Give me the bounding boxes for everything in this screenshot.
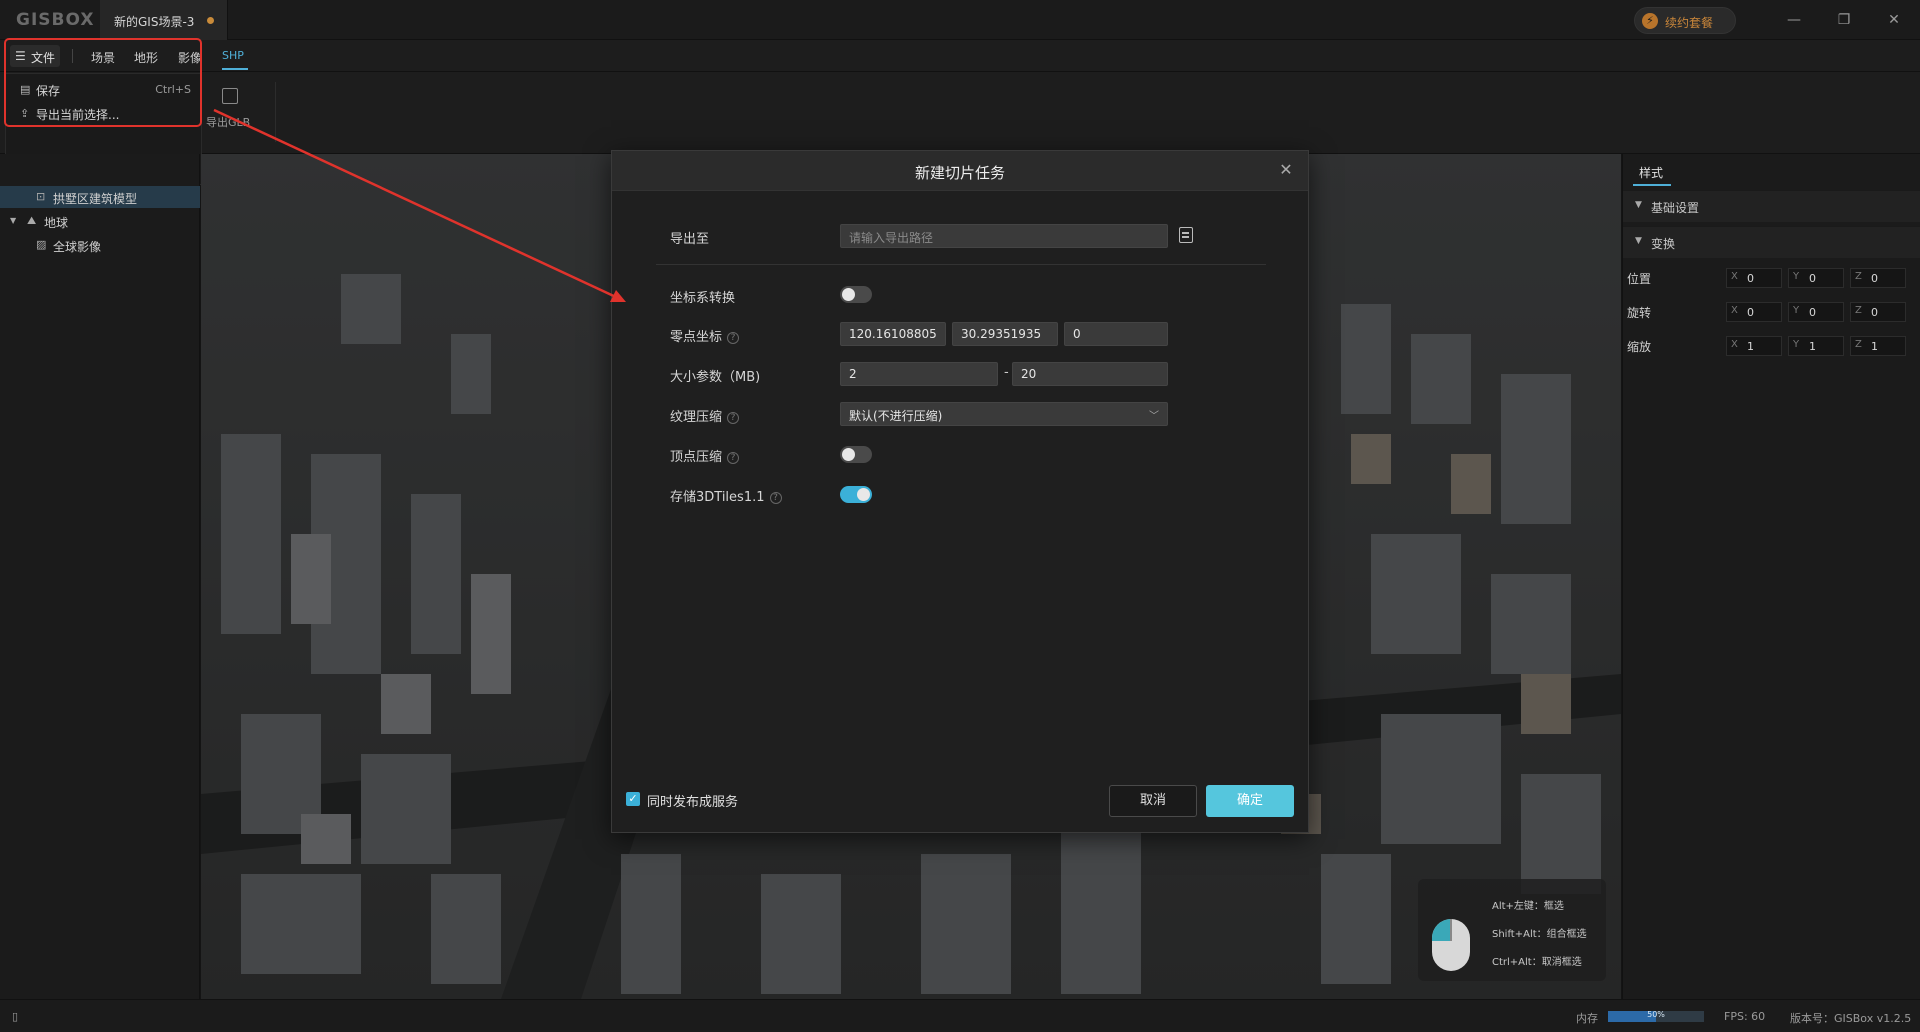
- publish-service-label[interactable]: 同时发布成服务: [647, 791, 738, 810]
- confirm-button[interactable]: 确定: [1206, 785, 1294, 817]
- hint-row: Ctrl+Alt：取消框选: [1492, 957, 1582, 968]
- section-label: 变换: [1651, 237, 1676, 251]
- texture-compress-select[interactable]: 默认(不进行压缩) ﹀: [840, 402, 1168, 426]
- size-min-input[interactable]: 2: [840, 362, 998, 386]
- rotation-z-input[interactable]: Z0: [1850, 302, 1906, 322]
- tab-style-underline: [1633, 184, 1671, 186]
- export-to-label: 导出至: [670, 232, 710, 247]
- caret-down-icon: ▼: [1635, 236, 1642, 246]
- origin-z-input[interactable]: 0: [1064, 322, 1168, 346]
- ribbon-toolbar: 导出GLB: [0, 72, 1920, 154]
- renew-plan-button[interactable]: ⚡ 续约套餐: [1634, 7, 1736, 34]
- texture-compress-label: 纹理压缩?: [670, 406, 740, 425]
- rotation-x-input[interactable]: X0: [1726, 302, 1782, 322]
- position-x-input[interactable]: X0: [1726, 268, 1782, 288]
- close-icon[interactable]: ✕: [1276, 160, 1296, 180]
- dialog-divider: [656, 264, 1266, 265]
- model-icon: ⊡: [36, 190, 46, 203]
- lightning-icon: ⚡: [1642, 13, 1658, 29]
- scale-y-input[interactable]: Y1: [1788, 336, 1844, 356]
- size-range-dash: -: [1004, 365, 1009, 380]
- imagery-icon: ▨: [36, 238, 47, 251]
- export-path-placeholder: 请输入导出路径: [849, 231, 934, 245]
- tree-item-building-model[interactable]: ⊡ 拱墅区建筑模型: [0, 186, 200, 208]
- store-3dtiles-toggle[interactable]: [840, 486, 872, 503]
- tree-item-label: 拱墅区建筑模型: [53, 192, 138, 206]
- cancel-button[interactable]: 取消: [1109, 785, 1197, 817]
- restore-icon[interactable]: ❐: [1832, 8, 1856, 32]
- help-icon[interactable]: ?: [769, 491, 782, 504]
- tree-item-global-imagery[interactable]: ▨ 全球影像: [0, 234, 200, 256]
- tree-item-label: 全球影像: [53, 240, 102, 254]
- app-logo: GISBOX: [16, 10, 95, 30]
- memory-progress-bar: 50%: [1608, 1010, 1704, 1022]
- prop-scale-label: 缩放: [1627, 340, 1652, 354]
- title-bar: GISBOX 新的GIS场景-3 ⚡ 续约套餐 — ❐ ✕: [0, 0, 1920, 40]
- tree-item-earth[interactable]: ▼ ⛰ 地球: [0, 210, 200, 232]
- toolbar-separator: [275, 82, 276, 142]
- export-glb-icon[interactable]: [222, 88, 238, 104]
- status-doc-icon[interactable]: ▯: [12, 1010, 18, 1023]
- section-basic-settings[interactable]: ▼ 基础设置: [1623, 190, 1920, 222]
- properties-panel: 样式 ▼ 基础设置 ▼ 变换 位置 X0 Y0 Z0 旋转 X0 Y0 Z0 缩…: [1622, 154, 1920, 999]
- caret-down-icon[interactable]: ▼: [10, 216, 16, 225]
- export-glb-label[interactable]: 导出GLB: [206, 114, 250, 130]
- origin-coord-label: 零点坐标?: [670, 326, 740, 345]
- help-icon[interactable]: ?: [727, 411, 740, 424]
- renew-plan-label: 续约套餐: [1665, 16, 1714, 30]
- prop-position-label: 位置: [1627, 272, 1652, 286]
- menu-bar: ☰ 文件 场景 地形 影像 SHP: [0, 40, 1920, 72]
- tab-shp[interactable]: SHP: [222, 49, 244, 62]
- dialog-header: 新建切片任务 ✕: [612, 151, 1308, 191]
- new-tiling-task-dialog: 新建切片任务 ✕ 导出至 请输入导出路径 坐标系转换 零点坐标? 120.161…: [611, 150, 1309, 833]
- tab-style[interactable]: 样式: [1639, 164, 1663, 181]
- caret-down-icon: ▼: [1635, 200, 1642, 210]
- section-label: 基础设置: [1651, 201, 1700, 215]
- size-params-label: 大小参数（MB): [670, 370, 761, 385]
- document-tab-label: 新的GIS场景-3: [114, 15, 195, 29]
- scene-tree-panel: ⊡ 拱墅区建筑模型 ▼ ⛰ 地球 ▨ 全球影像: [0, 154, 200, 999]
- hint-row: Alt+左键：框选: [1492, 901, 1564, 912]
- browse-folder-icon[interactable]: [1179, 227, 1193, 243]
- coord-transform-toggle[interactable]: [840, 286, 872, 303]
- prop-rotation-label: 旋转: [1627, 306, 1652, 320]
- status-bar: ▯ 内存 50% FPS: 60 版本号：GISBox v1.2.5: [0, 999, 1920, 1032]
- position-z-input[interactable]: Z0: [1850, 268, 1906, 288]
- coord-transform-label: 坐标系转换: [670, 291, 736, 306]
- publish-service-checkbox[interactable]: ✓: [626, 792, 640, 806]
- mouse-icon: [1432, 919, 1470, 971]
- rotation-y-input[interactable]: Y0: [1788, 302, 1844, 322]
- help-icon[interactable]: ?: [727, 331, 740, 344]
- mouse-shortcut-hint: Alt+左键：框选 Shift+Alt：组合框选 Ctrl+Alt：取消框选: [1418, 879, 1606, 981]
- scale-z-input[interactable]: Z1: [1850, 336, 1906, 356]
- size-max-input[interactable]: 20: [1012, 362, 1168, 386]
- tab-shp-underline: [222, 68, 248, 70]
- position-y-input[interactable]: Y0: [1788, 268, 1844, 288]
- vertex-compress-label: 顶点压缩?: [670, 446, 740, 465]
- export-path-input[interactable]: 请输入导出路径: [840, 224, 1168, 248]
- minimize-icon[interactable]: —: [1782, 8, 1806, 32]
- memory-percent: 50%: [1647, 1010, 1665, 1019]
- help-icon[interactable]: ?: [727, 451, 740, 464]
- terrain-icon: ⛰: [27, 214, 37, 227]
- chevron-down-icon: ﹀: [1149, 411, 1159, 422]
- fps-readout: FPS: 60: [1724, 1010, 1766, 1023]
- dialog-title: 新建切片任务: [914, 164, 1005, 182]
- version-label: 版本号：GISBox v1.2.5: [1790, 1012, 1912, 1025]
- hint-row: Shift+Alt：组合框选: [1492, 929, 1587, 940]
- close-window-icon[interactable]: ✕: [1882, 8, 1906, 32]
- unsaved-dot-icon: [207, 17, 214, 24]
- annotation-highlight-box: [4, 38, 202, 127]
- origin-y-input[interactable]: 30.29351935: [952, 322, 1058, 346]
- origin-x-input[interactable]: 120.16108805: [840, 322, 946, 346]
- store-3dtiles-label: 存储3DTiles1.1?: [670, 486, 782, 505]
- section-transform[interactable]: ▼ 变换: [1623, 226, 1920, 258]
- app-window: GISBOX 新的GIS场景-3 ⚡ 续约套餐 — ❐ ✕ ☰ 文件 场景 地形…: [0, 0, 1920, 1032]
- scale-x-input[interactable]: X1: [1726, 336, 1782, 356]
- vertex-compress-toggle[interactable]: [840, 446, 872, 463]
- memory-label: 内存: [1576, 1012, 1598, 1025]
- tree-item-label: 地球: [44, 216, 69, 230]
